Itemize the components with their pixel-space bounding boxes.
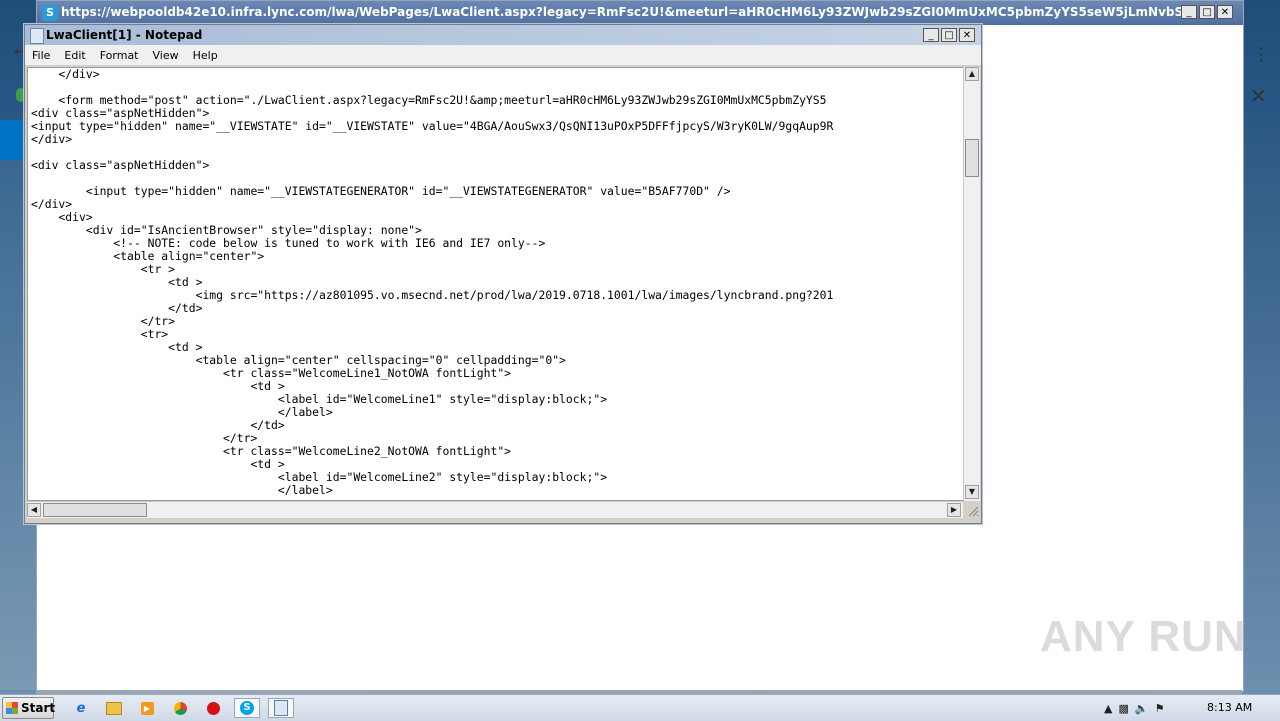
close-button[interactable]: ✕ <box>959 28 975 42</box>
system-tray: ▲ ▩ 🔈 ⚑ <box>1104 698 1164 718</box>
notepad-window-controls: _ □ ✕ <box>923 28 975 42</box>
notepad-title-bar[interactable]: LwaClient[1] - Notepad _ □ ✕ <box>25 25 981 45</box>
scroll-down-icon[interactable]: ▼ <box>965 485 979 499</box>
internet-explorer-icon[interactable]: e <box>68 698 94 718</box>
taskbar: Start e ▶ S ▲ ▩ 🔈 ⚑ 8:13 AM <box>0 694 1280 721</box>
clock[interactable]: 8:13 AM <box>1207 701 1252 714</box>
close-button[interactable]: ✕ <box>1217 5 1233 19</box>
menu-view[interactable]: View <box>146 49 186 62</box>
minimize-button[interactable]: _ <box>1181 5 1197 19</box>
notepad-menu-bar: File Edit Format View Help <box>25 45 981 65</box>
menu-file[interactable]: File <box>25 49 57 62</box>
watermark: ANY RUN <box>1040 612 1247 661</box>
minimize-button[interactable]: _ <box>923 28 939 42</box>
background-art-right <box>1242 120 1280 690</box>
chrome-icon[interactable] <box>167 698 193 718</box>
skype-taskbar-icon[interactable]: S <box>234 698 260 718</box>
action-center-flag-icon[interactable]: ⚑ <box>1155 702 1165 715</box>
network-icon[interactable]: ▩ <box>1118 702 1128 715</box>
notepad-text-area[interactable]: </div> <form method="post" action="./Lwa… <box>27 67 965 501</box>
volume-icon[interactable]: 🔈 <box>1135 702 1149 715</box>
browser-url: https://webpooldb42e10.infra.lync.com/lw… <box>61 5 1181 19</box>
browser-title-bar[interactable]: S https://webpooldb42e10.infra.lync.com/… <box>37 1 1243 25</box>
notepad-icon <box>30 28 44 44</box>
notepad-title: LwaClient[1] - Notepad <box>46 28 203 42</box>
browser-window-controls: _ □ ✕ <box>1181 5 1233 19</box>
horizontal-scrollbar[interactable]: ◀ ▶ <box>27 501 963 518</box>
folder-icon[interactable] <box>101 698 127 718</box>
notepad-taskbar-icon[interactable] <box>268 698 294 718</box>
resize-grip-icon[interactable] <box>965 503 979 517</box>
start-button[interactable]: Start <box>2 697 56 719</box>
opera-icon[interactable] <box>200 698 226 718</box>
start-label: Start <box>21 701 56 715</box>
vertical-scrollbar[interactable]: ▲ ▼ <box>963 67 980 501</box>
menu-format[interactable]: Format <box>93 49 146 62</box>
scroll-right-icon[interactable]: ▶ <box>947 503 961 517</box>
windows-logo-icon <box>6 702 18 714</box>
maximize-button[interactable]: □ <box>1199 5 1215 19</box>
close-icon[interactable]: ✕ <box>1250 84 1267 108</box>
notepad-content[interactable]: </div> <form method="post" action="./Lwa… <box>28 68 964 497</box>
scroll-left-icon[interactable]: ◀ <box>27 503 41 517</box>
notepad-window: LwaClient[1] - Notepad _ □ ✕ File Edit F… <box>24 24 982 524</box>
maximize-button[interactable]: □ <box>941 28 957 42</box>
menu-help[interactable]: Help <box>186 49 225 62</box>
media-player-icon[interactable]: ▶ <box>134 698 160 718</box>
skype-icon: S <box>42 5 58 21</box>
horizontal-scroll-thumb[interactable] <box>43 503 147 517</box>
show-hidden-icons-icon[interactable]: ▲ <box>1104 702 1112 715</box>
scroll-up-icon[interactable]: ▲ <box>965 67 979 81</box>
more-options-icon[interactable]: ⋮ <box>1252 44 1270 65</box>
menu-edit[interactable]: Edit <box>57 49 92 62</box>
vertical-scroll-thumb[interactable] <box>965 139 979 177</box>
